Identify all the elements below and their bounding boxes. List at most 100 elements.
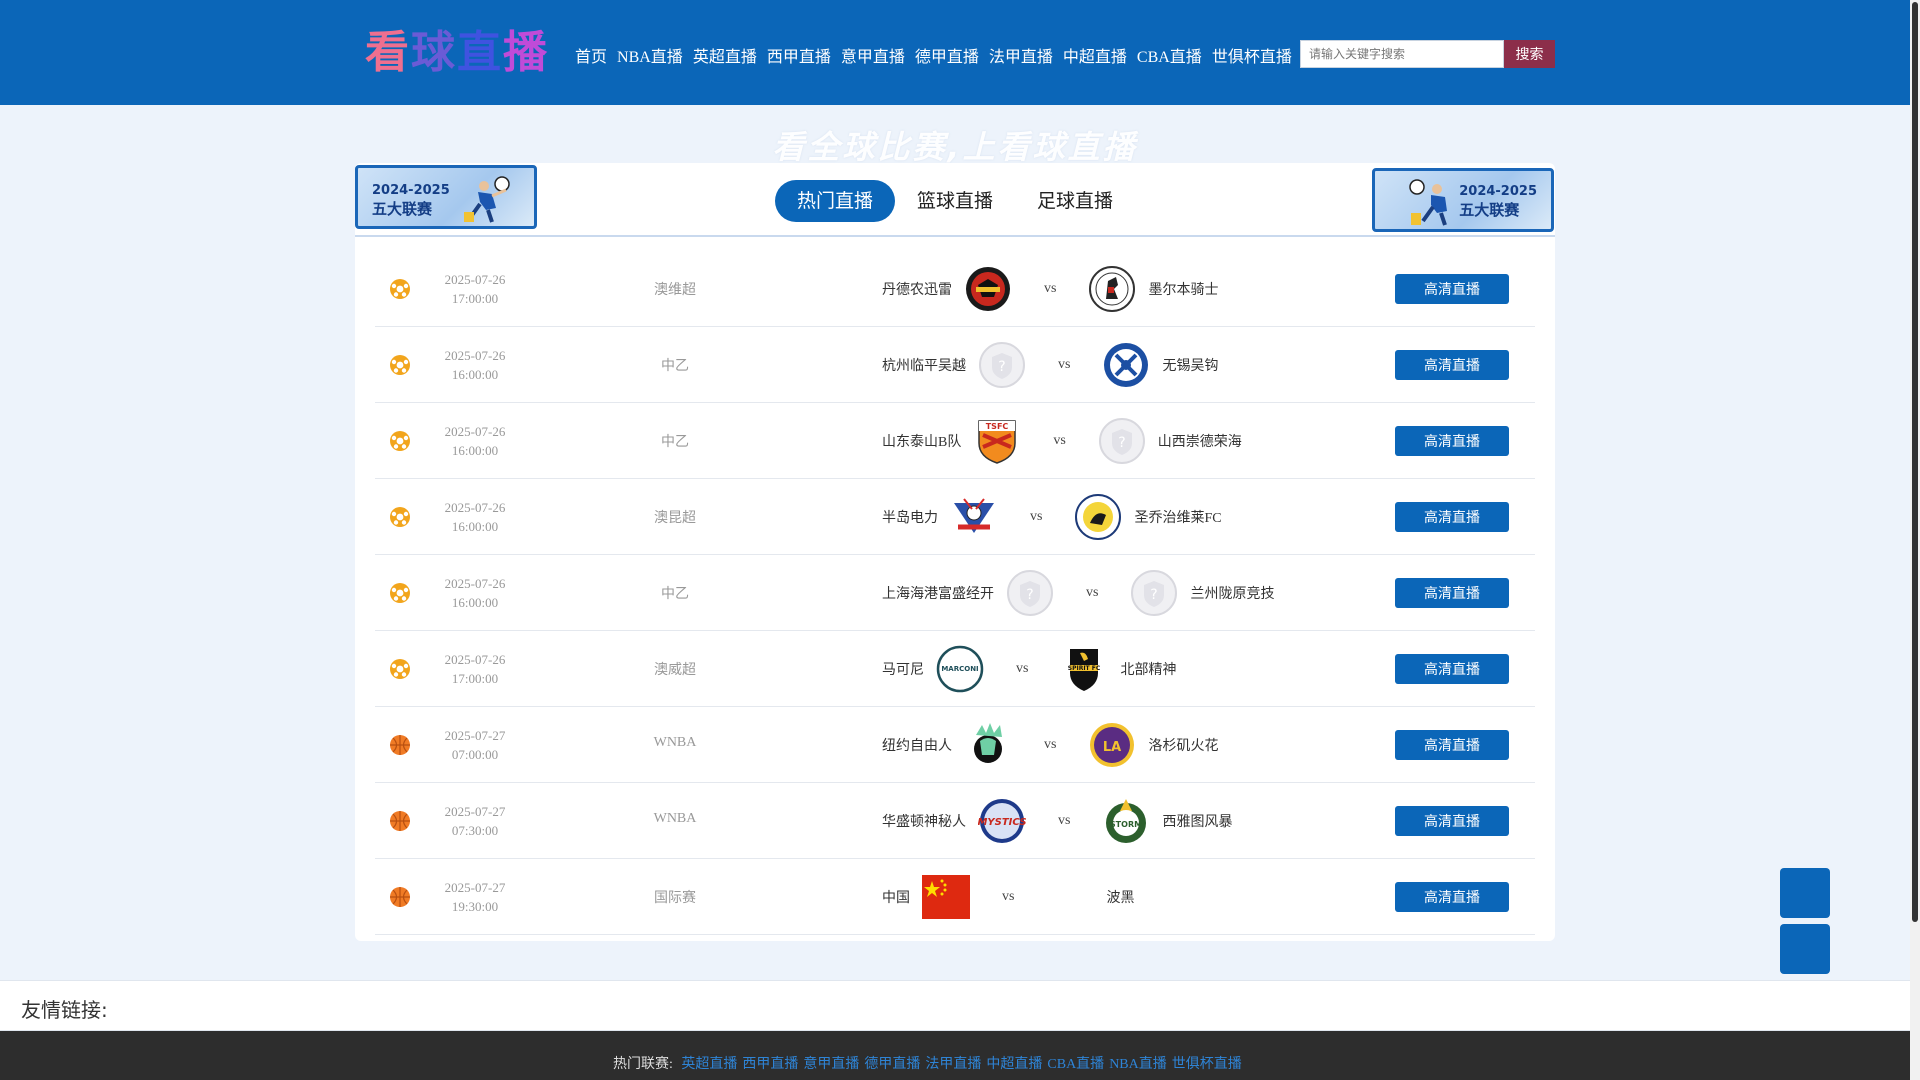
site-logo[interactable]: 看球直播: [365, 28, 549, 78]
match-time: 2025-07-26 16:00:00: [435, 574, 515, 612]
wuxi-crest-icon: [1102, 341, 1150, 389]
float-button-bottom[interactable]: [1780, 924, 1830, 974]
hd-live-button[interactable]: 高清直播: [1395, 806, 1509, 836]
hd-live-button[interactable]: 高清直播: [1395, 274, 1509, 304]
match-row: 2025-07-27 19:30:00 国际赛 中国 vs 波黑 高清直播: [375, 859, 1535, 935]
scrollbar-thumb[interactable]: [1912, 2, 1918, 922]
match-clock: 16:00:00: [451, 443, 499, 458]
tab-football-live[interactable]: 足球直播: [1015, 180, 1135, 222]
footer-link[interactable]: 英超直播: [681, 1057, 737, 1072]
page-scrollbar[interactable]: [1910, 0, 1920, 1080]
knights-crest-icon: [1088, 265, 1136, 313]
float-button-top[interactable]: [1780, 868, 1830, 918]
china-flag-icon: [922, 873, 970, 921]
league-name: 中乙: [661, 359, 689, 374]
taishan-crest-icon: TSFC: [973, 417, 1021, 465]
vs-label: vs: [1058, 357, 1071, 372]
nav-bundesliga[interactable]: 德甲直播: [915, 43, 979, 67]
search-input[interactable]: [1300, 40, 1504, 68]
match-time: 2025-07-26 16:00:00: [435, 422, 515, 460]
banner-title: 2024-2025 五大联赛: [372, 182, 450, 218]
friend-links-title: 友情链接:: [21, 998, 108, 1022]
hd-live-button[interactable]: 高清直播: [1395, 350, 1509, 380]
away-team: 西雅图风暴: [1162, 815, 1233, 830]
tab-basketball-live[interactable]: 篮球直播: [895, 180, 1015, 222]
footer-link[interactable]: 西甲直播: [742, 1057, 798, 1072]
match-date: 2025-07-27: [444, 804, 506, 819]
nav-nba[interactable]: NBA直播: [617, 43, 683, 67]
tab-hot-live[interactable]: 热门直播: [775, 180, 895, 222]
vs-label: vs: [1016, 661, 1029, 676]
footer-link[interactable]: 中超直播: [986, 1057, 1042, 1072]
away-team: 洛杉矶火花: [1148, 739, 1219, 754]
match-row: 2025-07-26 17:00:00 澳维超 丹德农迅雷 vs 墨尔本骑士 高清直播: [375, 251, 1535, 327]
match-time: 2025-07-26 17:00:00: [435, 650, 515, 688]
hd-live-button[interactable]: 高清直播: [1395, 426, 1509, 456]
logo-char: 播: [503, 27, 549, 78]
match-time: 2025-07-26 16:00:00: [435, 346, 515, 384]
banner-name: 五大联赛: [1459, 201, 1520, 219]
home-team: 半岛电力: [882, 511, 938, 526]
svg-text:STORM: STORM: [1110, 820, 1142, 829]
footer-link[interactable]: 世俱杯直播: [1172, 1057, 1242, 1072]
home-team: 上海海港富盛经开: [882, 587, 994, 602]
away-team: 圣乔治维莱FC: [1134, 511, 1222, 526]
power-crest-icon: [950, 493, 998, 541]
nav-csl[interactable]: 中超直播: [1063, 43, 1127, 67]
hd-live-button[interactable]: 高清直播: [1395, 578, 1509, 608]
league-name: 中乙: [661, 587, 689, 602]
footer-link[interactable]: CBA直播: [1047, 1057, 1104, 1072]
nav-la-liga[interactable]: 西甲直播: [767, 43, 831, 67]
friend-links: 友情链接:: [0, 980, 1910, 1031]
placeholder-icon: ?: [978, 341, 1026, 389]
hd-live-button[interactable]: 高清直播: [1395, 502, 1509, 532]
hd-live-button[interactable]: 高清直播: [1395, 730, 1509, 760]
nav-serie-a[interactable]: 意甲直播: [841, 43, 905, 67]
logo-char: 看: [365, 27, 411, 78]
match-teams: 半岛电力 vs 圣乔治维莱FC: [882, 493, 1222, 541]
match-date: 2025-07-26: [444, 272, 506, 287]
search-button[interactable]: 搜索: [1504, 40, 1555, 68]
main-nav: 首页 NBA直播 英超直播 西甲直播 意甲直播 德甲直播 法甲直播 中超直播 C…: [575, 40, 1292, 70]
away-team: 兰州陇原竞技: [1190, 587, 1275, 602]
vs-label: vs: [1086, 585, 1099, 600]
match-date: 2025-07-27: [444, 728, 506, 743]
nav-premier-league[interactable]: 英超直播: [693, 43, 757, 67]
away-team: 墨尔本骑士: [1148, 283, 1219, 298]
hd-live-button[interactable]: 高清直播: [1395, 654, 1509, 684]
match-list: 2025-07-26 17:00:00 澳维超 丹德农迅雷 vs 墨尔本骑士 高清直播 202…: [375, 251, 1535, 935]
football-icon: [389, 582, 411, 604]
match-clock: 16:00:00: [451, 367, 499, 382]
match-row: 2025-07-26 16:00:00 中乙 上海海港富盛经开? vs? 兰州陇原竞技 高清…: [375, 555, 1535, 631]
svg-text:LA: LA: [1103, 740, 1121, 755]
marconi-crest-icon: MARCONI: [936, 645, 984, 693]
home-team: 丹德农迅雷: [882, 283, 952, 298]
svg-text:?: ?: [998, 359, 1005, 375]
svg-text:?: ?: [1026, 587, 1033, 603]
footer-link[interactable]: 德甲直播: [864, 1057, 920, 1072]
footer-link[interactable]: 意甲直播: [803, 1057, 859, 1072]
match-time: 2025-07-26 17:00:00: [435, 270, 515, 308]
nav-home[interactable]: 首页: [575, 43, 607, 67]
match-teams: 马可尼 MARCONI vs SPIRIT FC 北部精神: [882, 645, 1176, 693]
nav-club-world-cup[interactable]: 世俱杯直播: [1212, 43, 1292, 67]
hd-live-button[interactable]: 高清直播: [1395, 882, 1509, 912]
league-banner-right[interactable]: 2024-2025 五大联赛: [1372, 168, 1554, 232]
logo-char: 球: [411, 27, 457, 78]
match-row: 2025-07-26 16:00:00 中乙 杭州临平吴越? vs 无锡吴钩 高清直播: [375, 327, 1535, 403]
slogan: 看全球比赛,上看球直播: [772, 128, 1138, 166]
league-banner-left[interactable]: 2024-2025 五大联赛: [355, 165, 537, 229]
football-icon: [389, 278, 411, 300]
banner-year: 2024-2025: [1459, 184, 1537, 199]
footer-link[interactable]: NBA直播: [1109, 1057, 1167, 1072]
match-row: 2025-07-27 07:00:00 WNBA 纽约自由人 vs LA 洛杉矶火花 高清直播: [375, 707, 1535, 783]
placeholder-icon: ?: [1006, 569, 1054, 617]
match-date: 2025-07-26: [444, 652, 506, 667]
stgeorge-crest-icon: [1074, 493, 1122, 541]
match-teams: 华盛顿神秘人 MYSTICS vs STORM 西雅图风暴: [882, 797, 1232, 845]
nav-ligue-1[interactable]: 法甲直播: [989, 43, 1053, 67]
nav-cba[interactable]: CBA直播: [1137, 43, 1202, 67]
away-team: 波黑: [1106, 891, 1135, 906]
footer-link[interactable]: 法甲直播: [925, 1057, 981, 1072]
league-name: 澳维超: [654, 283, 696, 298]
